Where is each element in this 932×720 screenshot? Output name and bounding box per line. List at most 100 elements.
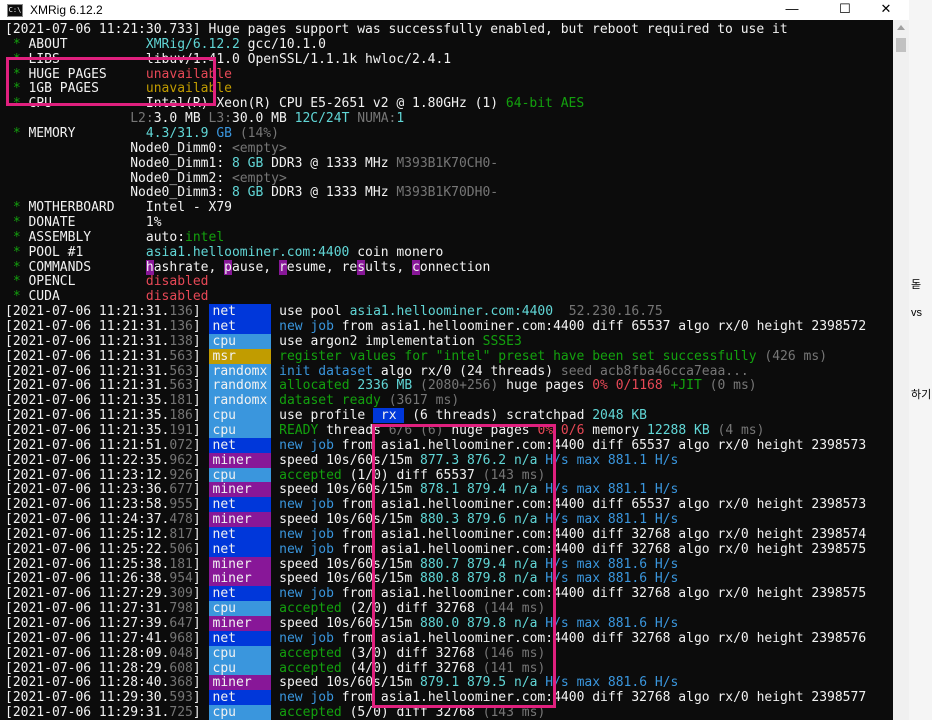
console-line: * 1GB PAGES unavailable — [5, 81, 232, 96]
log-text: Intel - X79 — [145, 200, 232, 216]
log-text: [2021-07-06 11:25:38. — [5, 556, 170, 572]
log-text: H/s max — [537, 512, 608, 528]
log-text: XMRig/6.12.2 — [145, 36, 240, 52]
console-line: L2:3.0 MB L3:30.0 MB 12C/24T NUMA:1 — [5, 111, 404, 126]
log-text: [2021-07-06 11:21:30.733] Huge pages sup… — [5, 22, 788, 37]
log-tag-net: net — [208, 526, 272, 542]
vertical-scrollbar[interactable] — [893, 20, 909, 720]
log-text: ] — [192, 690, 209, 706]
log-text: 1% — [145, 215, 162, 231]
log-text: H/s max — [537, 675, 608, 691]
log-text: [2021-07-06 11:21:31. — [5, 304, 170, 320]
scroll-up-arrow-icon[interactable] — [897, 25, 905, 30]
console-line: [2021-07-06 11:27:29.309] net new job fr… — [5, 586, 866, 602]
log-text: p — [224, 259, 232, 275]
log-text: [2021-07-06 11:21:31. — [5, 348, 170, 364]
log-tag-cpu: cpu — [208, 705, 272, 720]
log-text: 881.6 H/s — [607, 675, 679, 691]
log-text: 677 — [169, 482, 193, 498]
log-text: 64-bit AES — [505, 96, 585, 112]
log-tag-cpu: cpu — [208, 601, 272, 617]
console-line: [2021-07-06 11:24:37.478] miner speed 10… — [5, 512, 678, 528]
log-text: * — [5, 81, 29, 97]
log-text: [2021-07-06 11:27:31. — [5, 601, 170, 617]
log-text: ] — [192, 348, 209, 364]
maximize-button[interactable]: ☐ — [822, 0, 868, 20]
log-tag-net: net — [208, 541, 272, 557]
log-text: 962 — [169, 452, 193, 468]
console-line: * DONATE 1% — [5, 215, 162, 230]
log-text: register values for "intel" preset have … — [271, 348, 765, 364]
console-line: [2021-07-06 11:27:41.968] net new job fr… — [5, 630, 866, 646]
log-text: r — [278, 259, 287, 275]
log-text: algo rx/0 (24 threads) — [373, 363, 561, 379]
log-tag-net: net — [208, 304, 272, 320]
log-text: +JIT — [670, 378, 710, 394]
console-line: [2021-07-06 11:21:51.072] net new job fr… — [5, 437, 866, 453]
log-text: M393B1K70DH0- — [396, 185, 499, 201]
log-text: 608 — [169, 660, 193, 676]
log-text: [2021-07-06 11:29:31. — [5, 705, 170, 720]
log-text: DDR3 @ 1333 MHz — [271, 185, 397, 201]
log-text: 309 — [169, 586, 193, 602]
log-text: CUDA — [28, 289, 146, 305]
log-text: ] — [192, 586, 209, 602]
log-text: 12288 KB — [647, 422, 718, 438]
console-line: [2021-07-06 11:23:12.926] cpu accepted (… — [5, 467, 545, 483]
log-text: libuv/1.41.0 OpenSSL/1.1.1k hwloc/2.4.1 — [145, 51, 452, 67]
log-tag-miner: miner — [208, 675, 272, 691]
log-text: accepted — [271, 705, 342, 720]
log-text: READY — [271, 422, 319, 438]
log-text: seed acb8fba46cca7eaa... — [560, 363, 749, 379]
minimize-button[interactable]: — — [769, 0, 815, 20]
scrollbar-thumb[interactable] — [896, 38, 906, 52]
log-tag-miner: miner — [208, 452, 272, 468]
log-text: 506 — [169, 541, 193, 557]
log-tag-miner: miner — [208, 616, 272, 631]
log-text: 368 — [169, 675, 193, 691]
close-button[interactable]: ✕ — [863, 0, 909, 20]
log-text: H/s max — [537, 452, 608, 468]
log-text: accepted — [271, 660, 342, 676]
console-line: [2021-07-06 11:21:31.136] net new job fr… — [5, 319, 866, 334]
log-text: H/s max — [537, 482, 608, 498]
console-line: [2021-07-06 11:21:31.136] net use pool a… — [5, 304, 663, 320]
log-text: L3: — [208, 111, 232, 127]
log-text: new job — [271, 630, 334, 646]
log-text: 725 — [169, 705, 193, 720]
console-line: Node0_Dimm2: <empty> — [5, 171, 287, 186]
log-tag-randomx: randomx — [208, 363, 272, 379]
log-text: [2021-07-06 11:21:31. — [5, 378, 170, 394]
log-text: ] — [192, 378, 209, 394]
log-tag-msr: msr — [208, 348, 272, 364]
log-text: 647 — [169, 616, 193, 631]
console-line: [2021-07-06 11:25:22.506] net new job fr… — [5, 541, 867, 557]
log-text: ] — [192, 675, 209, 691]
log-tag-net: net — [208, 630, 272, 646]
log-text: [2021-07-06 11:27:29. — [5, 586, 170, 602]
console-line: Node0_Dimm1: 8 GB DDR3 @ 1333 MHz M393B1… — [5, 156, 498, 171]
window-titlebar[interactable]: C:\ XMRig 6.12.2 — ☐ ✕ — [0, 0, 909, 20]
log-text: * — [5, 244, 29, 260]
log-text: ] — [192, 482, 209, 498]
log-text: from asia1.helloominer.com:4400 diff 327… — [333, 526, 867, 542]
log-text: speed 10s/60s/15m — [271, 616, 421, 631]
log-text: 181 — [169, 556, 193, 572]
console-output[interactable]: [2021-07-06 11:21:30.733] Huge pages sup… — [0, 20, 893, 720]
window-title: XMRig 6.12.2 — [30, 3, 103, 17]
log-text: [2021-07-06 11:25:12. — [5, 526, 170, 542]
console-line: [2021-07-06 11:28:40.368] miner speed 10… — [5, 675, 679, 691]
log-text: coin — [349, 244, 397, 260]
log-text: speed 10s/60s/15m — [271, 512, 421, 528]
log-text: speed 10s/60s/15m — [271, 452, 421, 468]
log-tag-miner: miner — [208, 556, 272, 572]
log-text: H/s max — [537, 571, 608, 587]
log-text: rx — [373, 408, 405, 424]
log-tag-net: net — [208, 690, 272, 706]
log-text: from asia1.helloominer.com:4400 diff 327… — [333, 541, 867, 557]
console-line: [2021-07-06 11:28:09.048] cpu accepted (… — [5, 645, 545, 661]
console-line: [2021-07-06 11:23:58.955] net new job fr… — [5, 497, 866, 513]
log-text: Node0_Dimm1: — [130, 155, 232, 171]
console-line: [2021-07-06 11:21:31.138] cpu use argon2… — [5, 333, 522, 349]
